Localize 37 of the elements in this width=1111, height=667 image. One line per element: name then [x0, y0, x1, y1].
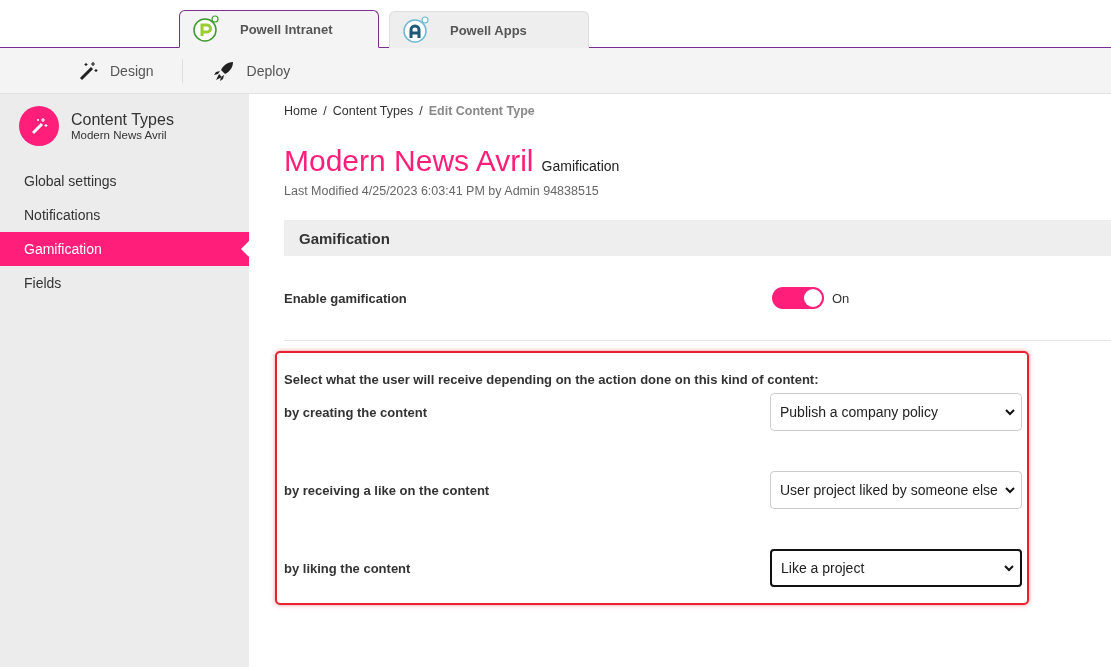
magic-wand-icon: [19, 106, 59, 146]
action-label: by creating the content: [284, 404, 428, 422]
sidebar-item[interactable]: Notifications: [0, 198, 249, 232]
magic-wand-icon: [78, 60, 98, 81]
rocket-icon: [212, 59, 235, 82]
last-modified-text: Last Modified 4/25/2023 6:03:41 PM by Admin 94838515: [284, 184, 600, 198]
chevron-down-icon: [1005, 408, 1015, 416]
page-title: Modern News Avril: [284, 144, 534, 178]
instruction-text: Select what the user will receive depending on the action done on this kind of content:: [284, 372, 820, 387]
dropdown[interactable]: User project liked by someone else: [770, 471, 1022, 509]
sidebar-item[interactable]: Global settings: [0, 164, 249, 198]
sidebar-item[interactable]: Gamification: [0, 232, 249, 266]
breadcrumb-separator: /: [419, 104, 423, 118]
dropdown[interactable]: Like a project: [770, 549, 1022, 587]
app-tab[interactable]: Powell Apps: [389, 11, 589, 48]
chevron-down-icon: [1005, 486, 1015, 494]
breadcrumb-current-page: Edit Content Type: [428, 104, 535, 118]
breadcrumb-link[interactable]: Content Types: [332, 104, 414, 118]
page-subtitle: Gamification: [541, 158, 620, 174]
sidebar-subtitle: Modern News Avril: [71, 129, 168, 141]
setting-label: Enable gamification: [284, 290, 408, 306]
dropdown[interactable]: Publish a company policy: [770, 393, 1022, 431]
a-logo-icon: [402, 15, 432, 45]
chevron-down-icon: [1004, 564, 1014, 572]
toolbar-button[interactable]: Deploy: [212, 59, 319, 82]
sidebar-item[interactable]: Fields: [0, 266, 249, 300]
section-header: Gamification: [284, 220, 1111, 256]
toggle-state-label: On: [832, 290, 850, 306]
sidebar-title: Content Types: [71, 111, 174, 129]
breadcrumb-link[interactable]: Home: [284, 104, 318, 118]
p-logo-icon: [192, 14, 222, 44]
toolbar-button[interactable]: Design: [78, 60, 182, 81]
breadcrumb-separator: /: [323, 104, 327, 118]
app-tab[interactable]: Powell Intranet: [179, 10, 379, 48]
toggle-switch[interactable]: [772, 287, 824, 309]
action-label: by liking the content: [284, 560, 411, 578]
action-label: by receiving a like on the content: [284, 482, 490, 500]
